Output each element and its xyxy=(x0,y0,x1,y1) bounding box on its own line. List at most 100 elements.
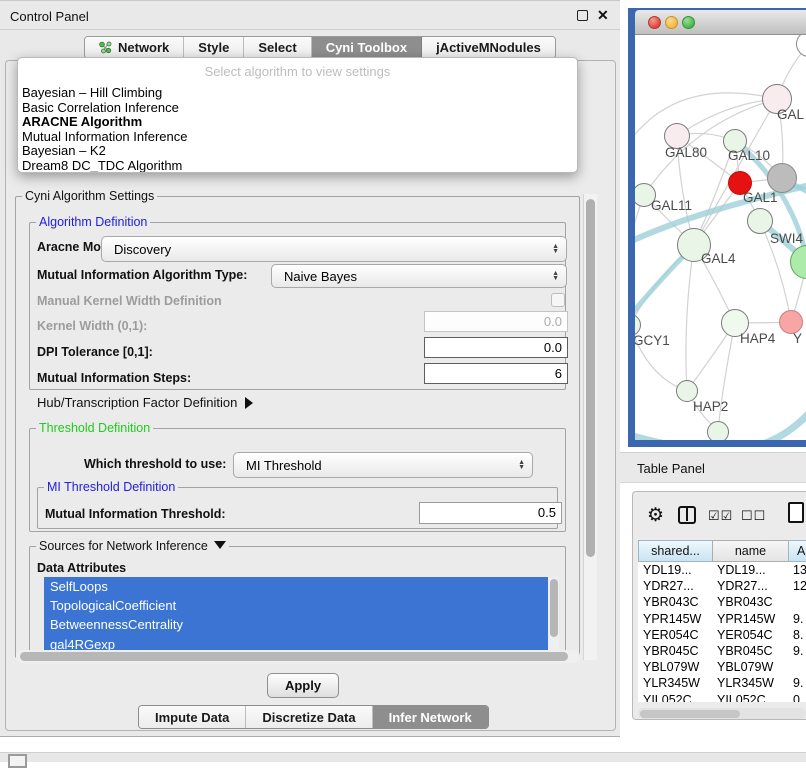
algorithm-option[interactable]: Bayesian – Hill Climbing xyxy=(18,86,577,101)
table-horizontal-scrollbar[interactable] xyxy=(638,708,806,719)
algorithm-option[interactable]: Dream8 DC_TDC Algorithm xyxy=(18,159,577,173)
document-icon[interactable] xyxy=(788,502,804,523)
table-row[interactable]: YLR345WYLR345W9. xyxy=(638,675,806,691)
algorithm-option[interactable]: Basic Correlation Inference xyxy=(18,101,577,116)
mi-steps-label: Mutual Information Steps: xyxy=(37,371,191,385)
collapsed-arrow-icon xyxy=(245,397,253,409)
node-label: GAL11 xyxy=(651,198,692,213)
tab-impute-data[interactable]: Impute Data xyxy=(139,706,246,728)
table-row[interactable]: YBL079WYBL079W xyxy=(638,659,806,675)
attribute-list-scrollbar[interactable] xyxy=(548,577,559,654)
column-header-partial[interactable]: A xyxy=(788,540,806,562)
mi-algorithm-type-label: Mutual Information Algorithm Type: xyxy=(37,268,247,282)
column-header-shared-name[interactable]: shared... xyxy=(638,540,712,562)
table-row[interactable]: YIL052CYIL052C0. xyxy=(638,692,806,702)
network-icon xyxy=(99,41,112,54)
minimize-traffic-light-icon[interactable] xyxy=(665,16,678,29)
stepper-arrows-icon: ▲▼ xyxy=(518,460,525,470)
settings-vertical-scrollbar[interactable] xyxy=(583,194,597,660)
table-row[interactable]: YER054CYER054C8. xyxy=(638,627,806,643)
resize-grip[interactable] xyxy=(8,754,27,768)
network-window: GAL GAL80 GAL10 GAL1 GAL11 SWI4 GAL4 GCY… xyxy=(628,8,806,447)
dpi-tolerance-field[interactable]: 0.0 xyxy=(424,337,568,358)
close-icon[interactable]: ✕ xyxy=(597,7,609,24)
algorithm-definition-title: Algorithm Definition xyxy=(36,215,150,229)
dpi-tolerance-label: DPI Tolerance [0,1]: xyxy=(37,345,153,359)
status-bar xyxy=(0,752,806,762)
manual-kernel-width-label: Manual Kernel Width Definition xyxy=(37,294,222,308)
algorithm-option[interactable]: Bayesian – K2 xyxy=(18,144,577,159)
scrollbar-thumb[interactable] xyxy=(20,652,568,661)
attribute-item-selected[interactable]: TopologicalCoefficient xyxy=(44,596,559,615)
aracne-mode-select[interactable]: Discovery ▲▼ xyxy=(101,236,567,262)
tab-discretize-data[interactable]: Discretize Data xyxy=(246,706,372,728)
node-label: GAL4 xyxy=(701,251,736,266)
tab-infer-network[interactable]: Infer Network xyxy=(373,706,488,728)
which-threshold-label: Which threshold to use: xyxy=(84,457,226,471)
expanded-arrow-icon xyxy=(214,541,226,549)
hub-definition-toggle[interactable]: Hub/Transcription Factor Definition xyxy=(37,395,253,410)
cyni-algorithm-settings-title: Cyni Algorithm Settings xyxy=(22,189,157,203)
node-table: shared... name A YDL19...YDL19...13 YDR2… xyxy=(638,540,806,702)
tab-style[interactable]: Style xyxy=(184,37,244,58)
close-traffic-light-icon[interactable] xyxy=(648,16,661,29)
control-panel-titlebar: Control Panel ✕ xyxy=(0,0,620,30)
table-row[interactable]: YBR045CYBR045C9. xyxy=(638,643,806,659)
split-columns-icon[interactable] xyxy=(678,506,696,524)
algorithm-dropdown-popup: Select algorithm to view settings Bayesi… xyxy=(17,57,578,173)
scrollbar-thumb[interactable] xyxy=(640,710,740,718)
tab-network-label: Network xyxy=(118,40,169,55)
network-canvas[interactable]: GAL GAL80 GAL10 GAL1 GAL11 SWI4 GAL4 GCY… xyxy=(635,35,806,440)
stepper-arrows-icon: ▲▼ xyxy=(552,271,559,281)
data-attributes-list: SelfLoops TopologicalCoefficient Between… xyxy=(44,577,559,654)
mi-algorithm-type-select[interactable]: Naive Bayes ▲▼ xyxy=(271,264,567,288)
node-gray[interactable] xyxy=(767,163,797,193)
unchecked-pair-icon[interactable]: ☐☐ xyxy=(741,508,766,524)
node[interactable] xyxy=(707,421,729,440)
control-panel-tabs: Network Style Select Cyni Toolbox jActiv… xyxy=(84,36,556,59)
apply-button[interactable]: Apply xyxy=(267,673,339,698)
mi-threshold-field[interactable]: 0.5 xyxy=(419,502,562,524)
kernel-width-field: 0.0 xyxy=(424,311,568,332)
checked-pair-icon[interactable]: ☑☑ xyxy=(708,508,733,524)
table-row[interactable]: YDL19...YDL19...13 xyxy=(638,562,806,578)
algorithm-option-selected[interactable]: ARACNE Algorithm xyxy=(18,115,577,130)
zoom-traffic-light-icon[interactable] xyxy=(682,16,695,29)
column-header-name[interactable]: name xyxy=(712,540,788,562)
which-threshold-select[interactable]: MI Threshold ▲▼ xyxy=(233,452,533,478)
table-toolbar: ⚙ ☑☑ ☐☐ xyxy=(633,502,806,532)
stepper-arrows-icon: ▲▼ xyxy=(552,244,559,254)
node-label: HAP4 xyxy=(740,331,775,346)
control-panel-title: Control Panel xyxy=(10,9,89,24)
node-label: GAL10 xyxy=(728,148,770,163)
data-attributes-label: Data Attributes xyxy=(37,561,126,575)
sources-group-title[interactable]: Sources for Network Inference xyxy=(36,539,229,553)
attribute-item-selected[interactable]: BetweennessCentrality xyxy=(44,615,559,634)
table-header-row: shared... name A xyxy=(638,540,806,562)
settings-horizontal-scrollbar[interactable] xyxy=(16,650,580,663)
tab-jactivemnodules[interactable]: jActiveMNodules xyxy=(422,37,555,58)
mi-steps-field[interactable]: 6 xyxy=(424,363,568,384)
float-window-icon[interactable] xyxy=(577,10,588,21)
table-panel: ⚙ ☑☑ ☐☐ shared... name A YDL19...YDL19..… xyxy=(632,491,806,720)
tab-select[interactable]: Select xyxy=(244,37,311,58)
manual-kernel-width-checkbox[interactable] xyxy=(551,293,565,307)
node-label: GCY1 xyxy=(635,333,670,348)
attribute-item-selected[interactable]: SelfLoops xyxy=(44,577,559,596)
table-row[interactable]: YPR145WYPR145W9. xyxy=(638,611,806,627)
node-label: GAL80 xyxy=(665,145,707,160)
mi-threshold-group-title: MI Threshold Definition xyxy=(44,480,178,494)
tab-network[interactable]: Network xyxy=(85,37,184,58)
table-row[interactable]: YDR27...YDR27...12 xyxy=(638,578,806,594)
scrollbar-thumb[interactable] xyxy=(586,199,595,557)
network-window-titlebar[interactable] xyxy=(635,10,806,35)
gear-icon[interactable]: ⚙ xyxy=(647,504,664,527)
kernel-width-label: Kernel Width (0,1): xyxy=(37,319,147,333)
tab-cyni-toolbox[interactable]: Cyni Toolbox xyxy=(312,37,422,58)
algorithm-dropdown-placeholder: Select algorithm to view settings xyxy=(18,58,577,86)
algorithm-option[interactable]: Mutual Information Inference xyxy=(18,130,577,145)
table-panel-header: Table Panel xyxy=(620,452,806,483)
node-label: SWI4 xyxy=(770,231,803,246)
table-panel-title: Table Panel xyxy=(637,461,705,476)
table-row[interactable]: YBR043CYBR043C xyxy=(638,594,806,610)
